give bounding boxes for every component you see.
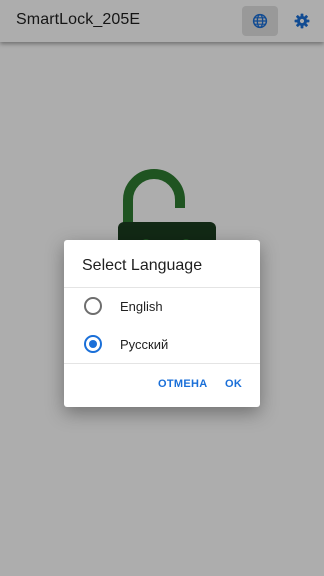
dialog-divider-bottom <box>64 363 260 364</box>
language-option-russian[interactable]: Русский <box>64 326 260 362</box>
option-label: English <box>120 299 163 314</box>
ok-button[interactable]: OK <box>225 378 242 390</box>
language-option-english[interactable]: English <box>64 288 260 324</box>
radio-dot <box>89 340 97 348</box>
cancel-button[interactable]: ОТМЕНА <box>158 378 207 390</box>
radio-checked-icon[interactable] <box>84 335 102 353</box>
dialog-title: Select Language <box>82 257 203 274</box>
radio-unchecked-icon[interactable] <box>84 297 102 315</box>
option-label: Русский <box>120 337 169 352</box>
select-language-dialog: Select Language English Русский ОТМЕНА O… <box>64 240 260 407</box>
